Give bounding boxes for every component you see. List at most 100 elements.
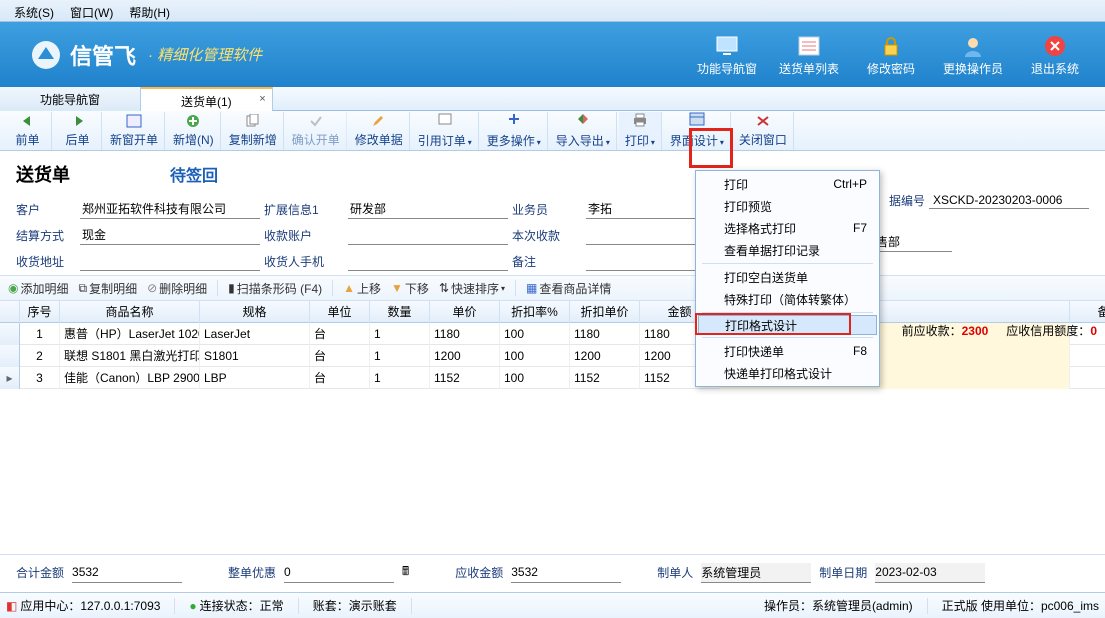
status-operator: 操作员：系统管理员(admin) xyxy=(764,597,913,614)
ext1-field[interactable] xyxy=(348,199,508,219)
page-title: 送货单 xyxy=(16,161,70,187)
discount-label: 整单优惠 xyxy=(228,564,276,581)
doc-no-row: 据编号 XSCKD-20230203-0006 xyxy=(889,192,1089,209)
copy-detail-button[interactable]: ⧉复制明细 xyxy=(77,280,140,297)
pencil-icon xyxy=(371,114,387,130)
detail-toolbar: ◉添加明细 ⧉复制明细 ⊘删除明细 ▮扫描条形码 (F4) ▲上移 ▼下移 ⇅快… xyxy=(0,275,1105,301)
calc-icon[interactable]: 🖩 xyxy=(402,562,409,583)
dropdown-format-design[interactable]: 打印格式设计 xyxy=(698,315,877,335)
settle-field[interactable] xyxy=(80,225,260,245)
cust-field[interactable] xyxy=(80,199,260,219)
remark-field[interactable] xyxy=(586,251,706,271)
add-detail-button[interactable]: ◉添加明细 xyxy=(6,280,71,297)
menu-help[interactable]: 帮助(H) xyxy=(123,3,176,18)
printer-icon xyxy=(631,112,649,128)
total-label: 合计金额 xyxy=(16,564,64,581)
status-version: 正式版 使用单位：pc006_ims xyxy=(942,597,1099,614)
header-change-pwd-button[interactable]: 修改密码 xyxy=(851,32,931,77)
discount-field[interactable] xyxy=(284,563,394,583)
total-field[interactable] xyxy=(72,563,182,583)
footer-form: 合计金额 整单优惠 🖩 应收金额 制单人 制单日期 xyxy=(0,554,1105,590)
x-icon xyxy=(755,114,771,130)
menu-system[interactable]: 系统(S) xyxy=(8,3,60,18)
tab-close-icon[interactable]: × xyxy=(259,93,265,105)
lock-icon xyxy=(879,35,903,57)
status-account: 账套：演示账套 xyxy=(313,597,397,614)
prev-doc-button[interactable]: 前单 xyxy=(4,112,52,150)
statusbar: ◧应用中心：127.0.0.1:7093 ●连接状态：正常 账套：演示账套 操作… xyxy=(0,592,1105,618)
dropdown-blank-doc[interactable]: 打印空白送货单 xyxy=(698,266,877,288)
add-button[interactable]: 新增(N) xyxy=(167,112,221,150)
header-exit-button[interactable]: 退出系统 xyxy=(1015,32,1095,77)
sales-field[interactable] xyxy=(586,199,706,219)
quick-sort-button[interactable]: ⇅快速排序▾ xyxy=(437,280,507,297)
del-detail-button[interactable]: ⊘删除明细 xyxy=(145,280,209,297)
new-window-button[interactable]: 新窗开单 xyxy=(104,112,165,150)
print-button[interactable]: 打印▾ xyxy=(619,112,662,150)
brand-name: 信管飞 xyxy=(70,39,136,71)
menubar: 系统(S) 窗口(W) 帮助(H) xyxy=(0,0,1105,22)
view-goods-button[interactable]: ▦查看商品详情 xyxy=(524,280,613,297)
copy-add-button[interactable]: 复制新增 xyxy=(223,112,284,150)
header-delivery-list-button[interactable]: 送货单列表 xyxy=(769,32,849,77)
header-band: 信管飞 · 精细化管理软件 功能导航窗 送货单列表 修改密码 更换操作员 退出系… xyxy=(0,22,1105,87)
scan-barcode-button[interactable]: ▮扫描条形码 (F4) xyxy=(226,280,324,297)
receivable-label: 应收金额 xyxy=(455,564,503,581)
arrow-left-icon xyxy=(20,114,36,130)
main-toolbar: 前单 后单 新窗开单 新增(N) 复制新增 确认开单 修改单据 引用订单▾ 更多… xyxy=(0,111,1105,151)
import-export-button[interactable]: 导入导出▾ xyxy=(550,112,617,150)
status-app-center: ◧应用中心：127.0.0.1:7093 xyxy=(6,597,160,614)
date-field xyxy=(875,563,985,583)
dropdown-preview[interactable]: 打印预览 xyxy=(698,195,877,217)
tabs-row: 功能导航窗 送货单(1)× xyxy=(0,87,1105,111)
dropdown-express-design[interactable]: 快递单打印格式设计 xyxy=(698,362,877,384)
status-badge: 待签回 xyxy=(170,162,218,186)
menu-window[interactable]: 窗口(W) xyxy=(64,3,119,18)
quote-order-button[interactable]: 引用订单▾ xyxy=(412,112,479,150)
table-row[interactable]: 2联想 S1801 黑白激光打印 S1801台 11200 1001200 12… xyxy=(0,345,1105,367)
io-icon xyxy=(575,112,591,128)
close-icon xyxy=(1043,35,1067,57)
this-recv-label: 本次收款 xyxy=(512,227,582,244)
dropdown-express[interactable]: 打印快递单F8 xyxy=(698,340,877,362)
more-icon xyxy=(506,112,522,128)
print-dropdown: 打印Ctrl+P 打印预览 选择格式打印F7 查看单据打印记录 打印空白送货单 … xyxy=(695,170,880,387)
move-down-button[interactable]: ▼下移 xyxy=(389,280,431,297)
move-up-button[interactable]: ▲上移 xyxy=(341,280,383,297)
status-connection: ●连接状态：正常 xyxy=(189,597,283,614)
ui-design-button[interactable]: 界面设计▾ xyxy=(664,112,731,150)
phone-field[interactable] xyxy=(348,251,508,271)
close-window-button[interactable]: 关闭窗口 xyxy=(733,112,794,150)
list-icon xyxy=(797,35,821,57)
confirm-button[interactable]: 确认开单 xyxy=(286,112,347,150)
receivable-field[interactable] xyxy=(511,563,621,583)
tab-delivery-doc[interactable]: 送货单(1)× xyxy=(141,87,273,111)
next-doc-button[interactable]: 后单 xyxy=(54,112,102,150)
maker-field xyxy=(701,563,811,583)
more-ops-button[interactable]: 更多操作▾ xyxy=(481,112,548,150)
arrow-right-icon xyxy=(70,114,86,130)
tab-nav[interactable]: 功能导航窗 xyxy=(0,87,141,111)
quote-icon xyxy=(437,112,453,128)
dropdown-select-format[interactable]: 选择格式打印F7 xyxy=(698,217,877,239)
dropdown-print[interactable]: 打印Ctrl+P xyxy=(698,173,877,195)
recv-acct-field[interactable] xyxy=(348,225,508,245)
date-label: 制单日期 xyxy=(819,564,867,581)
brand-icon xyxy=(30,39,62,71)
logo: 信管飞 · 精细化管理软件 xyxy=(30,39,262,71)
dropdown-print-log[interactable]: 查看单据打印记录 xyxy=(698,239,877,261)
brand-sub: · 精细化管理软件 xyxy=(148,44,262,65)
addr-field[interactable] xyxy=(80,251,260,271)
receivable-summary: 前应收款：2300 应收信用额度：0 xyxy=(902,322,1097,339)
header-switch-op-button[interactable]: 更换操作员 xyxy=(933,32,1013,77)
edit-button[interactable]: 修改单据 xyxy=(349,112,410,150)
copy-icon xyxy=(245,114,261,130)
table-row[interactable]: ▸ 3佳能（Canon）LBP 2900+ LBP台 11152 1001152… xyxy=(0,367,1105,389)
this-recv-field[interactable] xyxy=(586,225,706,245)
settle-label: 结算方式 xyxy=(16,227,76,244)
header-nav-button[interactable]: 功能导航窗 xyxy=(687,32,767,77)
dept-value: 售部 xyxy=(872,232,952,252)
dropdown-special[interactable]: 特殊打印（简体转繁体） xyxy=(698,288,877,310)
window-icon xyxy=(126,114,142,130)
layout-icon xyxy=(689,112,705,128)
